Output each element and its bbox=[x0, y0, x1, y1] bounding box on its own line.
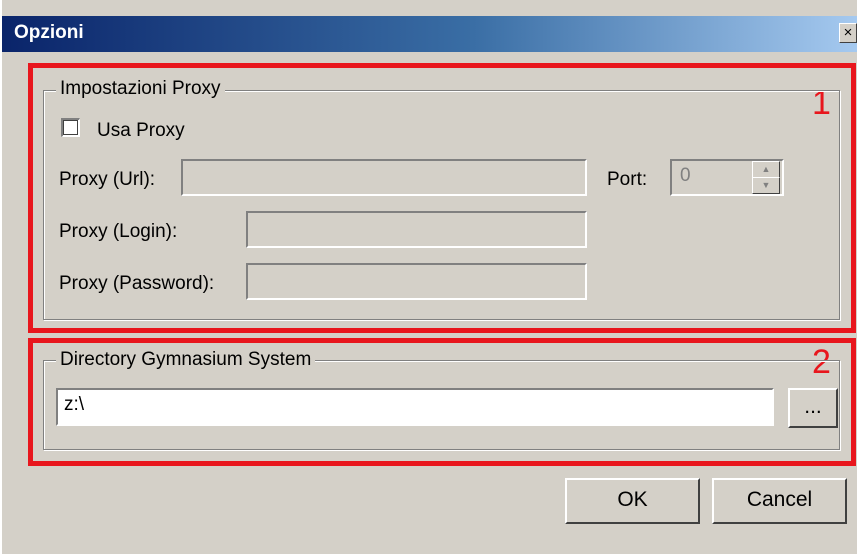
port-spin-down-button[interactable]: ▼ bbox=[752, 177, 780, 194]
proxy-settings-group-title: Impostazioni Proxy bbox=[56, 78, 225, 100]
proxy-url-field[interactable] bbox=[181, 159, 587, 196]
proxy-login-label: Proxy (Login): bbox=[59, 221, 178, 242]
proxy-password-field[interactable] bbox=[246, 263, 587, 300]
use-proxy-checkbox[interactable] bbox=[61, 118, 80, 137]
window-title: Opzioni bbox=[14, 22, 84, 43]
browse-button[interactable]: ... bbox=[788, 388, 838, 428]
ok-button[interactable]: OK bbox=[565, 478, 700, 524]
options-dialog: Opzioni × 1 Impostazioni Proxy Usa Proxy… bbox=[0, 0, 857, 554]
directory-path-input[interactable]: z:\ bbox=[56, 388, 774, 426]
directory-group-title: Directory Gymnasium System bbox=[56, 349, 316, 371]
port-label: Port: bbox=[607, 169, 648, 190]
proxy-password-label: Proxy (Password): bbox=[59, 273, 215, 294]
close-icon: × bbox=[843, 24, 853, 41]
proxy-login-field[interactable] bbox=[246, 211, 587, 248]
cancel-button[interactable]: Cancel bbox=[712, 478, 847, 524]
use-proxy-label[interactable]: Usa Proxy bbox=[97, 120, 185, 142]
proxy-url-label: Proxy (Url): bbox=[59, 169, 156, 190]
title-bar[interactable]: Opzioni × bbox=[2, 16, 857, 52]
port-spin-up-button[interactable]: ▲ bbox=[752, 161, 780, 178]
close-button[interactable]: × bbox=[839, 23, 857, 43]
